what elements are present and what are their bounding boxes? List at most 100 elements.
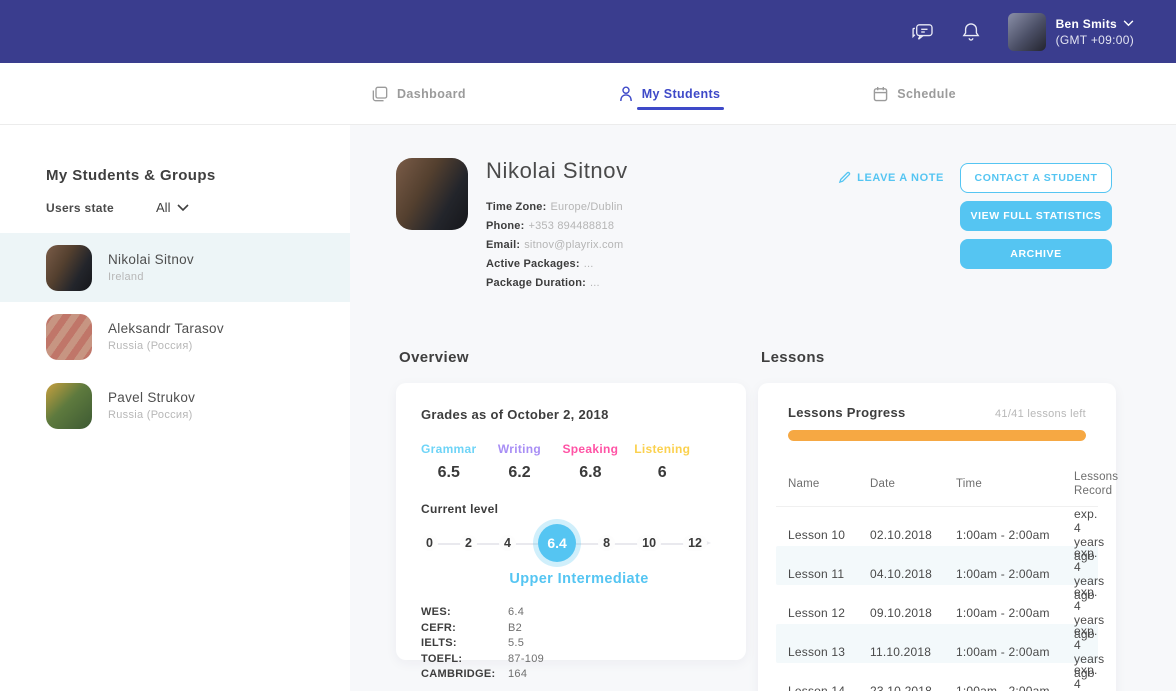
student-list-item-pavel[interactable]: Pavel Strukov Russia (Россия) (0, 371, 350, 440)
current-level-marker[interactable]: 6.4 (538, 524, 577, 562)
lessons-progress-bar (788, 430, 1086, 441)
lesson-row[interactable]: Lesson 10 02.10.2018 1:00am - 2:00am exp… (776, 507, 1104, 563)
pencil-icon (838, 171, 851, 184)
scale-tick: 4 (499, 535, 516, 551)
lesson-name: Lesson 12 (788, 606, 846, 620)
student-list-item-nikolai[interactable]: Nikolai Sitnov Ireland (0, 233, 350, 302)
overview-card: Grades as of October 2, 2018 Grammar 6.5… (396, 383, 746, 680)
col-record: Lessons Record (1074, 470, 1119, 497)
lesson-time: 1:00am - 2:00am (956, 645, 1050, 659)
scale-tick: 10 (637, 535, 662, 551)
field-value: sitnov@playrix.com (524, 239, 624, 251)
col-name: Name (788, 477, 820, 490)
student-list-item-aleksandr[interactable]: Aleksandr Tarasov Russia (Россия) (0, 302, 350, 371)
grade-label: Writing (497, 442, 542, 456)
users-state-dropdown[interactable]: All (156, 200, 190, 215)
grade-grammar: Grammar 6.5 (421, 442, 476, 482)
score-label: CEFR: (421, 621, 457, 634)
grades-title: Grades as of October 2, 2018 (421, 407, 609, 422)
field-label: Package Duration: (486, 277, 586, 289)
score-label: WES: (421, 606, 451, 618)
grade-value: 6.2 (508, 464, 531, 481)
tab-my-students[interactable]: My Students (619, 63, 725, 124)
level-name: Upper Intermediate (509, 571, 649, 587)
col-date: Date (870, 477, 896, 490)
lessons-progress-fill (788, 430, 1086, 441)
grade-label: Speaking (562, 442, 619, 456)
lesson-date: 02.10.2018 (870, 528, 933, 542)
lessons-section-title: Lessons (761, 349, 825, 366)
lesson-date: 09.10.2018 (870, 606, 933, 620)
student-avatar (46, 244, 92, 291)
level-scale: 0 2 4 6.4 8 10 12 (421, 524, 721, 562)
bell-icon[interactable] (962, 22, 980, 42)
dashboard-icon (372, 86, 388, 101)
person-icon (619, 86, 632, 101)
overview-section-title: Overview (399, 349, 469, 366)
tab-label: Schedule (897, 86, 956, 101)
field-value: Europe/Dublin (550, 201, 623, 213)
score-label: IELTS: (421, 637, 457, 649)
lesson-row[interactable]: Lesson 11 04.10.2018 1:00am - 2:00am exp… (776, 546, 1104, 602)
student-avatar (46, 382, 92, 429)
field-value: ... (589, 277, 600, 289)
current-level-label: Current level (421, 502, 499, 516)
user-name: Ben Smits (1055, 16, 1117, 31)
lesson-name: Lesson 11 (788, 567, 845, 581)
user-menu[interactable]: Ben Smits (GMT +09:00) (1007, 12, 1134, 51)
student-country: Ireland (108, 271, 144, 283)
student-avatar (46, 313, 92, 360)
grade-value: 6.5 (437, 464, 460, 481)
lesson-name: Lesson 10 (788, 528, 846, 542)
user-avatar (1007, 12, 1046, 51)
score-value: 6.4 (508, 606, 525, 618)
profile-avatar (396, 158, 468, 230)
field-label: Phone: (486, 220, 525, 232)
score-value: 5.5 (508, 637, 525, 649)
student-name: Aleksandr Tarasov (108, 321, 224, 336)
grade-listening: Listening 6 (634, 442, 690, 482)
leave-a-note-link[interactable]: LEAVE A NOTE (838, 171, 944, 184)
archive-button[interactable]: ARCHIVE (960, 239, 1112, 269)
scale-tick: 12 (683, 535, 707, 551)
field-label: Email: (486, 239, 521, 251)
lesson-time: 1:00am - 2:00am (956, 528, 1050, 542)
lesson-date: 23.10.2018 (870, 684, 933, 691)
student-name: Pavel Strukov (108, 390, 196, 405)
field-value: +353 894488818 (528, 220, 615, 232)
view-full-statistics-button[interactable]: VIEW FULL STATISTICS (960, 201, 1112, 231)
grade-label: Listening (634, 442, 691, 456)
lesson-row[interactable]: Lesson 12 09.10.2018 1:00am - 2:00am exp… (776, 585, 1104, 641)
students-sidebar: My Students & Groups Users state All Nik… (0, 125, 350, 691)
lessons-left-note: 41/41 lessons left (994, 408, 1086, 420)
lesson-name: Lesson 13 (788, 645, 846, 659)
lesson-row[interactable]: Lesson 13 11.10.2018 1:00am - 2:00am exp… (776, 624, 1104, 680)
leave-a-note-label: LEAVE A NOTE (857, 171, 944, 184)
tab-dashboard[interactable]: Dashboard (372, 63, 466, 124)
score-value: B2 (508, 621, 523, 634)
lesson-date: 11.10.2018 (870, 645, 932, 659)
users-state-label: Users state (46, 200, 115, 215)
lesson-time: 1:00am - 2:00am (956, 684, 1050, 691)
chat-icon[interactable] (912, 23, 934, 41)
lesson-row[interactable]: Lesson 14 23.10.2018 1:00am - 2:00am exp… (776, 663, 1098, 691)
grade-value: 6 (657, 464, 667, 481)
main-nav: Dashboard My Students Schedule (0, 63, 1176, 125)
lesson-time: 1:00am - 2:00am (956, 606, 1050, 620)
user-timezone: (GMT +09:00) (1055, 32, 1134, 47)
tab-schedule[interactable]: Schedule (873, 63, 956, 124)
users-state-value: All (156, 200, 171, 215)
lessons-card: Lessons Progress 41/41 lessons left Name… (758, 383, 1118, 691)
top-header: Ben Smits (GMT +09:00) (0, 0, 1176, 63)
field-label: Time Zone: (486, 201, 547, 213)
tab-label: My Students (641, 86, 721, 101)
grade-writing: Writing 6.2 (492, 442, 546, 482)
grade-speaking: Speaking 6.8 (562, 442, 618, 482)
student-country: Russia (Россия) (108, 409, 193, 421)
scale-tick: 8 (598, 535, 616, 551)
contact-a-student-button[interactable]: CONTACT A STUDENT (960, 163, 1112, 193)
score-label: CAMBRIDGE: (421, 668, 496, 680)
lesson-record: exp. 4 years ago (1074, 663, 1098, 691)
score-value: 164 (508, 668, 528, 680)
student-name: Nikolai Sitnov (108, 252, 194, 267)
